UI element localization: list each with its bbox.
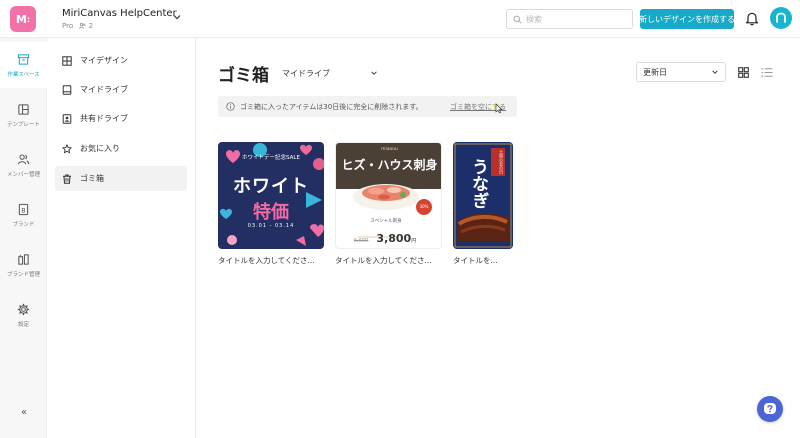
rail-label: 作業スペース [7, 71, 40, 78]
thumb-headline: うなぎ [468, 158, 488, 209]
template-layout-icon [18, 103, 29, 115]
design-title[interactable]: タイトルを... [453, 255, 513, 266]
thumb-headline: ホワイト [233, 176, 309, 197]
miricanvas-avatar-icon [776, 12, 786, 23]
info-icon [226, 102, 235, 111]
workspace-name: MiriCanvas HelpCenter [62, 8, 177, 19]
sort-value: 更新日 [643, 67, 667, 77]
plan-label: Pro [62, 22, 74, 30]
svg-text:B: B [21, 206, 25, 214]
rail-item-workspace[interactable]: 作業スペース [0, 42, 47, 88]
members-icon [17, 154, 30, 164]
sort-select[interactable]: 更新日 [636, 62, 726, 82]
chevron-down-icon[interactable] [172, 12, 182, 22]
workspace-switcher[interactable]: MiriCanvas HelpCenter Pro 2 [62, 8, 177, 31]
collapse-rail-button[interactable]: « [16, 407, 32, 418]
trash-icon [63, 174, 71, 184]
sidebar-item-label: お気に入り [80, 144, 120, 153]
rail-label: ブランド [12, 221, 35, 228]
rail-item-brand-manage[interactable]: ブランド管理 [0, 242, 47, 288]
thumb-price-row: 5,600 3,800円 [354, 227, 434, 246]
chevron-down-icon [371, 71, 377, 75]
design-card[interactable]: ホワイトデー記念SALE ホワイト 特価 03.01 - 03.14 タイトルを… [218, 142, 324, 266]
sidebar-item-shared-drive[interactable]: 共有ドライブ [55, 106, 187, 131]
left-rail: 作業スペース テンプレート メンバー管理 B ブランド ブランド管理 設定 « [0, 38, 47, 438]
drive-filter-select[interactable]: マイドライブ [282, 66, 378, 80]
member-count: 2 [88, 22, 94, 30]
trash-notice-banner: ゴミ箱に入ったアイテムは30日後に完全に削除されます。 ゴミ箱を空にする [218, 96, 517, 117]
sidebar-item-my-drive[interactable]: マイドライブ [55, 77, 187, 102]
search-box[interactable] [506, 9, 633, 29]
sidebar-item-label: 共有ドライブ [80, 114, 128, 123]
design-card[interactable]: miaonu ヒズ・ハウス刺身 30% スペシャル刺身 5,600 3,800円… [335, 142, 442, 266]
thumb-brand: miaonu [381, 147, 398, 152]
search-icon [513, 15, 522, 23]
workspace-meta: Pro 2 [62, 22, 177, 31]
thumb-subtitle: ホワイトデー記念SALE [242, 155, 300, 161]
drive-sidebar: マイデザイン マイドライブ 共有ドライブ お気に入り ゴミ箱 [47, 38, 196, 438]
archive-icon [17, 53, 30, 65]
rail-item-members[interactable]: メンバー管理 [0, 142, 47, 188]
chevron-down-icon [712, 70, 718, 74]
top-header: M: MiriCanvas HelpCenter Pro 2 新しいデザインを作… [0, 0, 800, 38]
rail-item-brand[interactable]: B ブランド [0, 192, 47, 238]
design-title[interactable]: タイトルを入力してくださ... [335, 255, 442, 266]
thumb-price: 3,800 [376, 232, 412, 245]
thumb-caption: スペシャル刺身 [370, 219, 402, 224]
rail-label: 設定 [17, 321, 29, 328]
design-thumbnail[interactable]: miaonu ヒズ・ハウス刺身 30% スペシャル刺身 5,600 3,800円 [335, 142, 442, 249]
drive-filter-value: マイドライブ [282, 68, 330, 78]
help-button[interactable] [757, 396, 783, 422]
bell-icon[interactable] [745, 11, 759, 26]
brand-manage-icon [18, 253, 29, 265]
thumb-old-price: 5,600 [354, 238, 369, 244]
brand-b-icon: B [18, 203, 29, 215]
create-design-button[interactable]: 新しいデザインを作成する [639, 9, 735, 29]
user-avatar[interactable] [770, 7, 792, 29]
rail-label: メンバー管理 [6, 171, 40, 178]
rail-label: テンプレート [7, 121, 40, 128]
logo-text: M [15, 12, 27, 26]
gear-icon [17, 303, 30, 315]
sidebar-item-label: ゴミ箱 [80, 174, 104, 183]
cursor-icon [494, 103, 503, 114]
my-design-icon [62, 55, 72, 66]
thumb-price-unit: 円 [411, 238, 417, 244]
sidebar-item-label: マイドライブ [80, 85, 128, 94]
sidebar-item-favorites[interactable]: お気に入り [55, 136, 187, 161]
help-question-icon [764, 403, 776, 414]
sidebar-item-label: マイデザイン [80, 56, 128, 65]
thumb-headline: ヒズ・ハウス刺身 [341, 158, 438, 172]
shared-drive-icon [62, 113, 72, 124]
thumb-tag: 土用の丑の日 [499, 150, 504, 174]
design-thumbnail[interactable]: 土用の丑の日 うなぎ [453, 142, 513, 249]
notice-text: ゴミ箱に入ったアイテムは30日後に完全に削除されます。 [240, 102, 423, 111]
people-icon [79, 23, 86, 29]
grid-view-icon[interactable] [738, 67, 749, 78]
thumb-highlight: 特価 [253, 202, 289, 223]
design-card[interactable]: 土用の丑の日 うなぎ タイトルを... [453, 142, 513, 266]
search-input[interactable] [526, 14, 626, 24]
workspace-logo[interactable]: M: [10, 6, 36, 32]
rail-label: ブランド管理 [6, 271, 40, 278]
thumb-badge: 30% [419, 204, 429, 209]
design-title[interactable]: タイトルを入力してくださ... [218, 255, 324, 266]
page-title: ゴミ箱 [218, 66, 269, 86]
rail-item-settings[interactable]: 設定 [0, 292, 47, 338]
list-view-icon[interactable] [761, 67, 773, 78]
star-icon [62, 143, 72, 153]
thumb-dates: 03.01 - 03.14 [247, 223, 295, 229]
rail-item-templates[interactable]: テンプレート [0, 92, 47, 138]
sidebar-item-my-design[interactable]: マイデザイン [55, 48, 187, 73]
design-thumbnail[interactable]: ホワイトデー記念SALE ホワイト 特価 03.01 - 03.14 [218, 142, 324, 249]
sidebar-item-trash[interactable]: ゴミ箱 [55, 166, 187, 191]
my-drive-icon [62, 84, 72, 95]
